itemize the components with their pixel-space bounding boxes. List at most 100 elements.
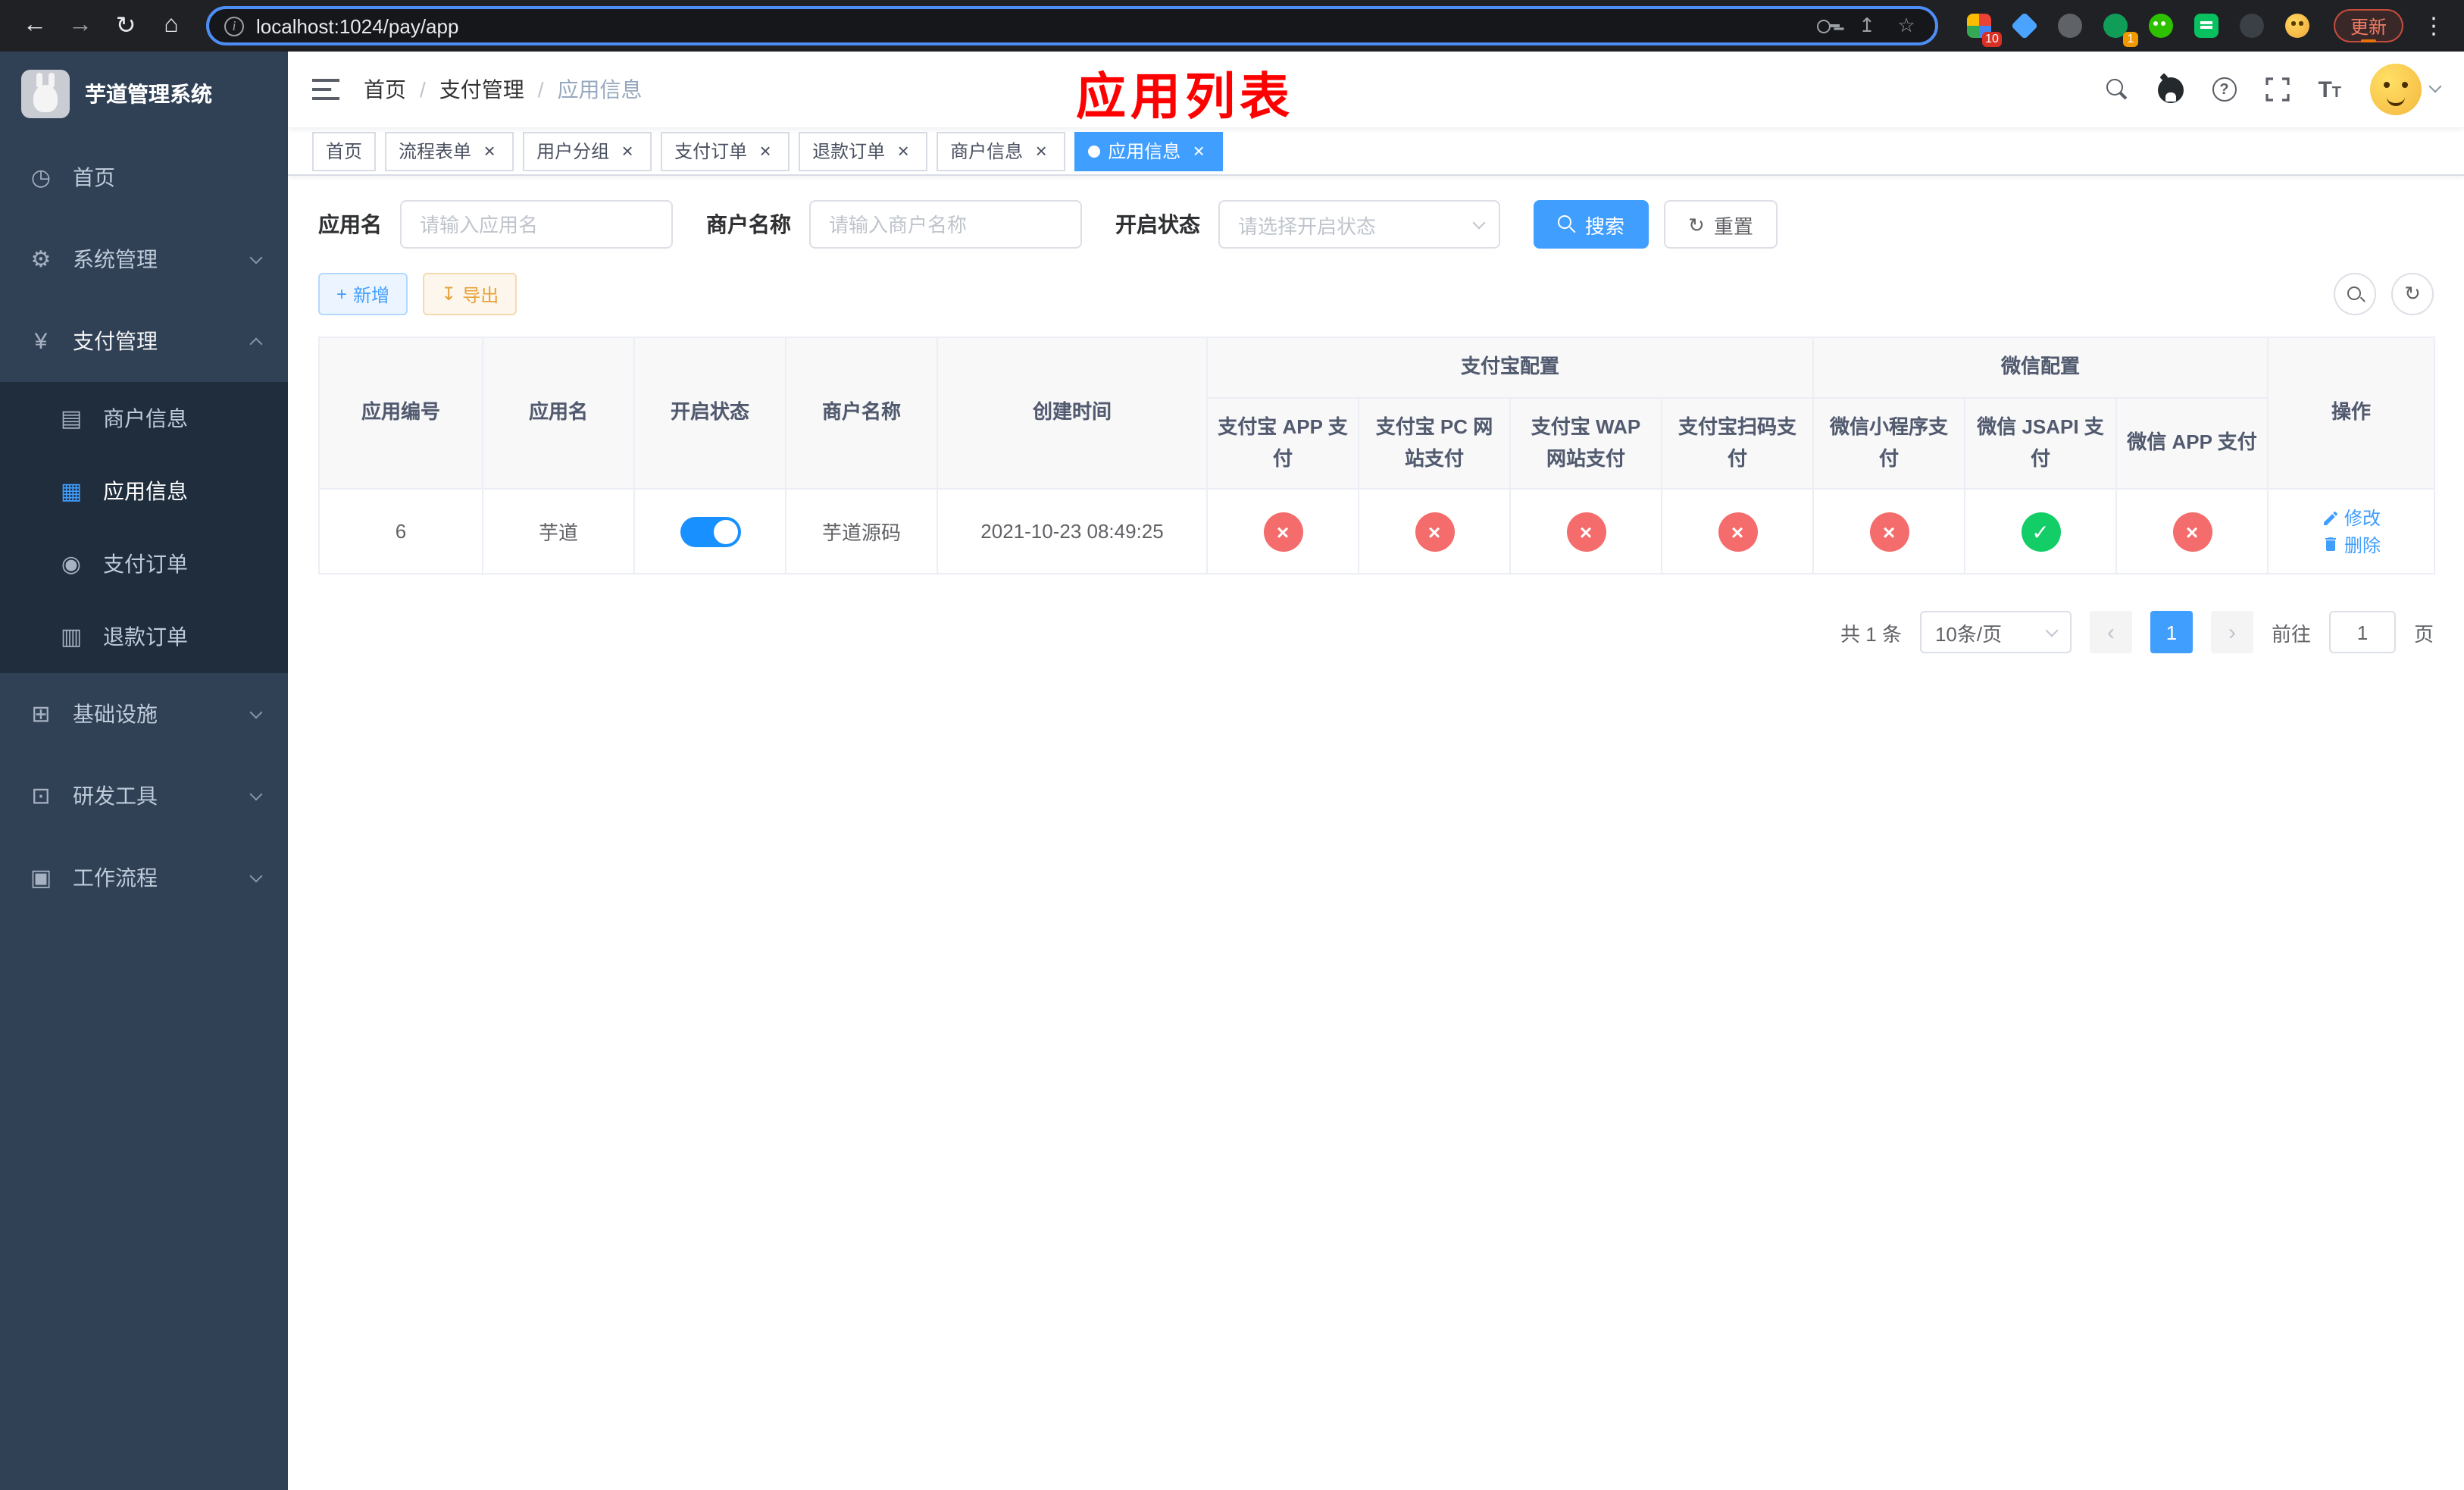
- chevron-up-icon: [249, 337, 263, 351]
- sidebar-item-label: 商户信息: [103, 406, 188, 430]
- fullscreen-icon[interactable]: [2265, 77, 2290, 102]
- close-icon[interactable]: ×: [1188, 139, 1209, 161]
- export-button[interactable]: ↧ 导出: [423, 273, 518, 315]
- extension-colorful-icon[interactable]: 10: [1965, 11, 2002, 46]
- avatar[interactable]: [2370, 64, 2422, 115]
- search-icon[interactable]: [2106, 78, 2128, 101]
- tab-pay-order[interactable]: 支付订单 ×: [661, 131, 790, 171]
- status-toggle[interactable]: [680, 516, 740, 547]
- coin-icon: ◉: [61, 552, 82, 578]
- sidebar-item-refund-order[interactable]: ▥ 退款订单: [0, 600, 288, 673]
- browser-update-button[interactable]: 更新: [2333, 9, 2403, 42]
- pagination-total: 共 1 条: [1840, 622, 1902, 646]
- close-icon[interactable]: ×: [893, 139, 914, 161]
- cell-actions: 修改 删除: [2267, 488, 2436, 575]
- tab-app-info[interactable]: 应用信息 ×: [1074, 131, 1224, 171]
- sidebar-fold-icon[interactable]: [312, 79, 339, 100]
- logo-avatar: [21, 70, 70, 118]
- user-menu[interactable]: [2370, 64, 2442, 115]
- cell-alipay-scan-status: ×: [1660, 488, 1815, 575]
- tab-user-group[interactable]: 用户分组 ×: [523, 131, 652, 171]
- tab-process-form[interactable]: 流程表单 ×: [385, 131, 514, 171]
- sidebar-item-app-info[interactable]: ▦ 应用信息: [0, 455, 288, 527]
- card-icon: ▤: [60, 406, 83, 432]
- sidebar-item-merchant-info[interactable]: ▤ 商户信息: [0, 382, 288, 455]
- add-button[interactable]: + 新增: [318, 273, 408, 315]
- site-info-icon[interactable]: i: [224, 16, 244, 36]
- app-name-label: 应用名: [318, 212, 382, 236]
- extension-dark-icon[interactable]: [2238, 11, 2267, 40]
- delete-link[interactable]: 删除: [2322, 532, 2381, 558]
- browser-menu-icon[interactable]: ⋮: [2419, 6, 2449, 45]
- app-title: 芋道管理系统: [85, 82, 212, 106]
- reset-button[interactable]: ↻ 重置: [1664, 200, 1778, 249]
- app-table: 应用编号 应用名 开启状态 商户名称 创建时间 支付宝配置 微信配置 操作 支付…: [318, 336, 2436, 575]
- close-icon[interactable]: ×: [755, 139, 776, 161]
- tab-home[interactable]: 首页: [312, 131, 377, 171]
- col-app-id: 应用编号: [318, 336, 483, 490]
- edit-label: 修改: [2344, 508, 2381, 530]
- tab-label: 支付订单: [674, 141, 748, 162]
- tab-merchant-info[interactable]: 商户信息 ×: [937, 131, 1066, 171]
- yen-icon: ¥: [34, 328, 48, 354]
- search-button[interactable]: 搜索: [1534, 200, 1649, 249]
- tab-refund-order[interactable]: 退款订单 ×: [799, 131, 928, 171]
- page-size-select[interactable]: 10条/页: [1919, 611, 2072, 654]
- pagination: 共 1 条 10条/页 ‹ 1 › 前往 页: [318, 611, 2434, 654]
- extension-badge: 1: [2122, 31, 2138, 46]
- sidebar-item-devtools[interactable]: ⊡ 研发工具: [0, 755, 288, 837]
- merchant-name-input[interactable]: [809, 200, 1082, 249]
- dashboard-icon: ◷: [30, 165, 52, 191]
- tab-label: 流程表单: [399, 141, 472, 162]
- status-select[interactable]: 请选择开启状态: [1218, 200, 1500, 249]
- browser-toolbar: ← → ↻ ⌂ i localhost:1024/pay/app ↥ ☆ 10 …: [0, 0, 2464, 52]
- share-icon[interactable]: ↥: [1853, 14, 1881, 38]
- breadcrumb-payment[interactable]: 支付管理: [439, 74, 524, 105]
- github-icon[interactable]: [2157, 77, 2184, 102]
- sidebar-item-payment[interactable]: ¥ 支付管理: [0, 300, 288, 382]
- bookmark-star-icon[interactable]: ☆: [1893, 14, 1920, 38]
- forward-icon[interactable]: →: [61, 6, 100, 45]
- toggle-search-button[interactable]: [2334, 273, 2376, 315]
- page-number-button[interactable]: 1: [2150, 611, 2193, 654]
- col-wechat-jsapi: 微信 JSAPI 支付: [1964, 396, 2118, 490]
- tab-label: 退款订单: [812, 141, 886, 162]
- app-name-input[interactable]: [400, 200, 673, 249]
- tab-label: 商户信息: [950, 141, 1024, 162]
- sidebar-item-system[interactable]: ⚙ 系统管理: [0, 218, 288, 300]
- close-icon[interactable]: ×: [1030, 139, 1052, 161]
- extension-face-icon[interactable]: [2284, 11, 2312, 40]
- font-size-icon[interactable]: TT: [2318, 78, 2341, 101]
- sidebar-item-pay-order[interactable]: ◉ 支付订单: [0, 527, 288, 600]
- chevron-down-icon: [249, 705, 263, 718]
- close-icon[interactable]: ×: [479, 139, 500, 161]
- password-key-icon[interactable]: [1815, 15, 1841, 36]
- next-page-button[interactable]: ›: [2210, 611, 2253, 654]
- status-label: 开启状态: [1115, 212, 1200, 236]
- extension-blue-icon[interactable]: [2011, 11, 2040, 40]
- breadcrumb: 首页 / 支付管理 / 应用信息: [364, 74, 643, 105]
- prev-page-button[interactable]: ‹: [2089, 611, 2132, 654]
- refresh-icon: ↻: [2404, 282, 2421, 305]
- col-created: 创建时间: [937, 336, 1208, 490]
- sidebar-item-workflow[interactable]: ▣ 工作流程: [0, 837, 288, 919]
- url-text[interactable]: localhost:1024/pay/app: [256, 14, 1803, 37]
- goto-page-input[interactable]: [2328, 611, 2396, 654]
- refresh-table-button[interactable]: ↻: [2391, 273, 2434, 315]
- breadcrumb-current: 应用信息: [557, 77, 643, 102]
- extension-wechat-icon[interactable]: [2147, 11, 2176, 40]
- home-icon[interactable]: ⌂: [152, 6, 191, 45]
- edit-link[interactable]: 修改: [2322, 506, 2381, 531]
- reload-icon[interactable]: ↻: [106, 6, 145, 45]
- tab-label: 首页: [326, 141, 363, 162]
- breadcrumb-home[interactable]: 首页: [364, 74, 406, 105]
- sidebar-item-infrastructure[interactable]: ⊞ 基础设施: [0, 673, 288, 755]
- extension-green-badge-icon[interactable]: 1: [2102, 11, 2138, 46]
- extension-gray-icon[interactable]: [2056, 11, 2085, 40]
- close-icon[interactable]: ×: [617, 139, 638, 161]
- address-bar[interactable]: i localhost:1024/pay/app ↥ ☆: [206, 6, 1938, 45]
- sidebar-item-home[interactable]: ◷ 首页: [0, 136, 288, 218]
- extension-note-icon[interactable]: [2193, 11, 2222, 40]
- help-icon[interactable]: ?: [2212, 77, 2237, 102]
- back-icon[interactable]: ←: [15, 6, 55, 45]
